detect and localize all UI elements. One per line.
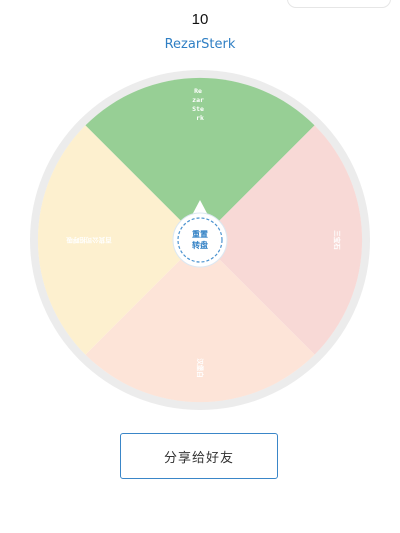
reset-wheel-label-line1: 重置 [192,229,208,239]
share-to-friends-button[interactable]: 分享给好友 [120,433,278,479]
wheel-segment-right-label: 三宝石 [333,230,342,250]
wheel-segment-left-label: 百货公司招呼吸 [66,236,112,245]
wheel-segment-bottom-label: 汉堡白 [196,358,205,378]
reset-wheel-label-line2: 转盘 [192,240,208,250]
spin-result: RezarSterk [164,37,236,52]
spin-wheel[interactable]: Re zar Ste rk 三宝石 汉堡白 百货公司招呼吸 重置 转盘 [29,69,371,411]
spin-count: 10 [191,11,209,28]
top-pill-button[interactable] [287,0,391,8]
